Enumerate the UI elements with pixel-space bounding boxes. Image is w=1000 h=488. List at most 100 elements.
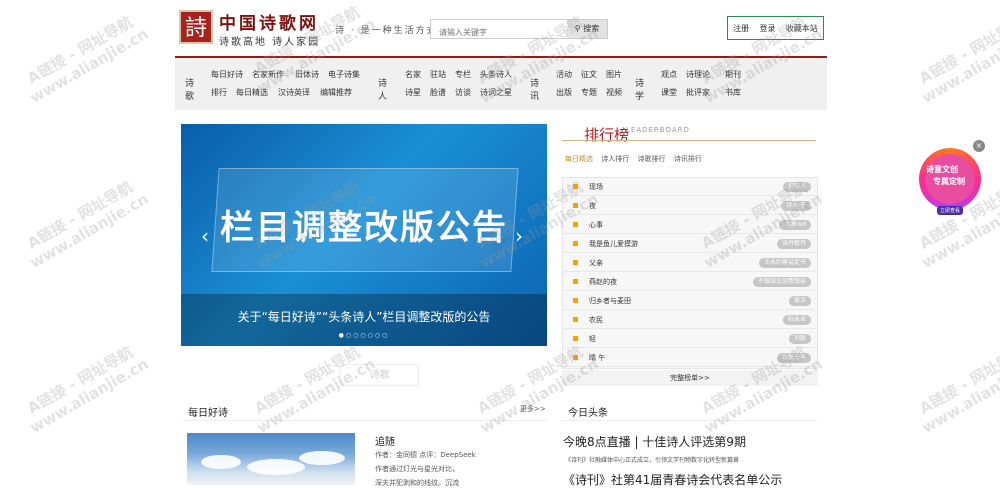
- tab-poem-ranking[interactable]: 诗歌排行: [637, 155, 665, 163]
- ranking-poem-title[interactable]: 晴 午: [589, 353, 605, 363]
- section-divider: [562, 420, 818, 421]
- ranking-more-link[interactable]: 完整榜单>>: [562, 370, 818, 386]
- nav-head-studies[interactable]: 诗学: [635, 76, 644, 102]
- tab-poet-ranking[interactable]: 诗人排行: [601, 155, 629, 163]
- nav-head-poetry[interactable]: 诗歌: [185, 76, 194, 102]
- ranking-poem-title[interactable]: 燕赵的夜: [589, 277, 617, 287]
- list-item[interactable]: 晴 午 寂秋无声: [563, 349, 817, 367]
- ranking-poem-title[interactable]: 轻: [589, 334, 596, 344]
- list-item[interactable]: 燕赵的夜 不做结论见情慢亲: [563, 273, 817, 291]
- nav-item[interactable]: 驻站: [430, 69, 446, 80]
- nav-item[interactable]: 批评家: [686, 87, 710, 98]
- cloud-shape: [201, 455, 241, 469]
- ranking-poem-title[interactable]: 现场: [589, 182, 603, 192]
- nav-item[interactable]: 排行: [211, 87, 227, 98]
- nav-item[interactable]: 电子诗集: [328, 69, 360, 80]
- ranking-author-badge[interactable]: 张丹敏丹: [776, 239, 811, 249]
- list-item[interactable]: 轻 刘聪: [563, 330, 817, 348]
- nav-item[interactable]: 期刊: [725, 69, 741, 80]
- list-item[interactable]: 现场 倪晓人: [563, 178, 817, 196]
- ranking-author-badge[interactable]: 不做结论见情慢亲: [752, 277, 811, 287]
- faded-tab: 诗歌: [340, 364, 419, 386]
- poem-title[interactable]: 追随: [375, 433, 395, 448]
- register-link[interactable]: 注册: [733, 23, 749, 34]
- nav-head-news[interactable]: 诗讯: [530, 76, 539, 102]
- list-item[interactable]: 夜 诗人·子: [563, 197, 817, 215]
- ranking-author-badge[interactable]: 寂秋无声: [776, 353, 811, 363]
- nav-item[interactable]: 汉诗英译: [278, 87, 310, 98]
- nav-head-poets[interactable]: 诗人: [378, 76, 387, 102]
- watermark: A链接 - 网址导航 www.alianjie.cn: [916, 12, 1000, 107]
- ranking-poem-title[interactable]: 归乡者与麦田: [589, 296, 631, 306]
- nav-item[interactable]: 每日精选: [236, 87, 268, 98]
- carousel-prev-icon[interactable]: ‹: [201, 224, 209, 248]
- ranking-author-badge[interactable]: 倪晓人: [782, 182, 811, 192]
- ranking-author-badge[interactable]: 诗人·子: [781, 201, 811, 211]
- nav-item[interactable]: 名家新作: [252, 69, 284, 80]
- carousel-next-icon[interactable]: ›: [515, 224, 523, 248]
- ranking-list: 现场 倪晓人 夜 诗人·子 心事 大漠red 我是鱼儿爱摸游 张丹敏丹 父亲 王…: [562, 177, 818, 369]
- nav-item[interactable]: 诗词之星: [480, 87, 512, 98]
- site-name[interactable]: 中国诗歌网: [219, 9, 319, 34]
- nav-item[interactable]: 书库: [725, 87, 741, 98]
- tab-news-ranking[interactable]: 诗讯排行: [674, 155, 702, 163]
- banner-carousel[interactable]: 栏目调整改版公告 关于“每日好诗”“头条诗人”栏目调整改版的公告 ‹ › ●○○…: [181, 124, 547, 346]
- nav-item[interactable]: 旧体诗: [295, 69, 319, 80]
- ranking-author-badge[interactable]: 陆永卓: [782, 315, 811, 325]
- poem-thumbnail[interactable]: [187, 433, 355, 485]
- ranking-author-badge[interactable]: 爱玉: [788, 296, 811, 306]
- ranking-author-badge[interactable]: 刘聪: [788, 334, 811, 344]
- ranking-poem-title[interactable]: 心事: [589, 220, 603, 230]
- floating-ad[interactable]: 诗意文创 专属定制 立即查看 ×: [917, 140, 985, 216]
- ranking-author-badge[interactable]: 王永约尊设定书: [758, 258, 811, 268]
- list-item[interactable]: 心事 大漠red: [563, 216, 817, 234]
- daily-more-link[interactable]: 更多>>: [520, 404, 546, 414]
- ranking-poem-title[interactable]: 父亲: [589, 258, 603, 268]
- nav-item[interactable]: 诗理论: [686, 69, 710, 80]
- headline-main[interactable]: 今晚8点直播 | 十佳诗人评选第9期: [563, 433, 746, 450]
- bookmark-link[interactable]: 收藏本站: [786, 23, 818, 34]
- ranking-panel: 排行榜 LEADERBOARD 每日精选 诗人排行 诗歌排行 诗讯排行 现场 倪…: [562, 124, 818, 386]
- nav-item[interactable]: 视频: [606, 87, 622, 98]
- carousel-dots[interactable]: ●○○○○○○: [181, 332, 547, 339]
- main-nav: 诗歌 每日好诗 名家新作 旧体诗 电子诗集 排行 每日精选 汉诗英译 编辑推荐 …: [175, 58, 827, 110]
- list-item[interactable]: 父亲 王永约尊设定书: [563, 254, 817, 272]
- bullet-icon: [573, 222, 578, 227]
- nav-item[interactable]: 课堂: [661, 87, 677, 98]
- search-button[interactable]: ⚲ 搜索: [567, 20, 607, 38]
- login-link[interactable]: 登录: [759, 23, 775, 34]
- ranking-poem-title[interactable]: 我是鱼儿爱摸游: [589, 239, 638, 249]
- nav-item[interactable]: 专栏: [455, 69, 471, 80]
- banner-caption[interactable]: 关于“每日好诗”“头条诗人”栏目调整改版的公告: [181, 308, 547, 325]
- tab-daily-selection[interactable]: 每日精选: [565, 155, 593, 163]
- daily-poem-title: 每日好诗: [188, 408, 228, 419]
- watermark: A链接 - 网址导航 www.alianjie.cn: [251, 342, 379, 437]
- logo-icon[interactable]: 詩: [179, 10, 213, 44]
- nav-item[interactable]: 专题: [581, 87, 597, 98]
- ranking-poem-title[interactable]: 农民: [589, 315, 603, 325]
- nav-item[interactable]: 诗星: [405, 87, 421, 98]
- nav-item[interactable]: 征文: [581, 69, 597, 80]
- ranking-author-badge[interactable]: 大漠red: [779, 220, 811, 230]
- bullet-icon: [573, 317, 578, 322]
- nav-item[interactable]: 访谈: [455, 87, 471, 98]
- nav-item[interactable]: 每日好诗: [211, 69, 243, 80]
- search-input[interactable]: [431, 23, 568, 42]
- list-item[interactable]: 农民 陆永卓: [563, 311, 817, 329]
- ad-cta-button[interactable]: 立即查看: [937, 206, 964, 215]
- list-item[interactable]: 归乡者与麦田 爱玉: [563, 292, 817, 310]
- headline-sub[interactable]: 《诗刊》社融媒体中心正式成立，引领文学刊物数字化转型新篇章: [565, 455, 739, 464]
- nav-item[interactable]: 图片: [606, 69, 622, 80]
- ranking-poem-title[interactable]: 夜: [589, 201, 596, 211]
- list-item[interactable]: 我是鱼儿爱摸游 张丹敏丹: [563, 235, 817, 253]
- headline-main[interactable]: 《诗刊》社第41届青春诗会代表名单公示: [563, 471, 782, 488]
- nav-item[interactable]: 出版: [556, 87, 572, 98]
- nav-item[interactable]: 编辑推荐: [320, 87, 352, 98]
- nav-item[interactable]: 头条诗人: [480, 69, 512, 80]
- nav-item[interactable]: 活动: [556, 69, 572, 80]
- close-icon[interactable]: ×: [973, 140, 985, 152]
- bullet-icon: [573, 355, 578, 360]
- nav-item[interactable]: 脸谱: [430, 87, 446, 98]
- nav-item[interactable]: 观点: [661, 69, 677, 80]
- nav-item[interactable]: 名家: [405, 69, 421, 80]
